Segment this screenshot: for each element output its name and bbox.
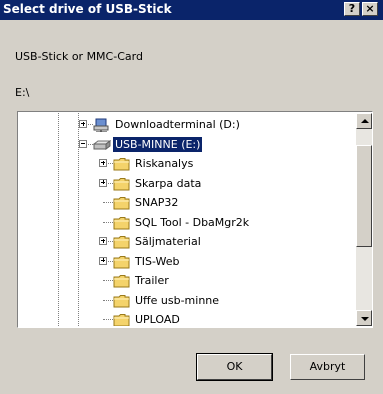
- tree-item-label: Säljmaterial: [135, 235, 201, 248]
- cancel-button[interactable]: Avbryt: [290, 354, 365, 380]
- scroll-up-icon: [361, 119, 369, 123]
- path-label: E:\: [15, 86, 30, 99]
- vertical-scrollbar[interactable]: [356, 113, 372, 326]
- tree-item-label: Riskanalys: [135, 157, 194, 170]
- prompt-label: USB-Stick or MMC-Card: [15, 50, 143, 63]
- ok-button[interactable]: OK: [196, 353, 273, 381]
- folder-icon: [113, 275, 130, 288]
- network-drive-icon: [93, 118, 109, 132]
- title-bar[interactable]: Select drive of USB-Stick ? ×: [0, 0, 383, 20]
- tree-folder-item[interactable]: Säljmaterial: [19, 232, 355, 251]
- scroll-down-button[interactable]: [356, 310, 372, 326]
- tree-item-label: Uffe usb-minne: [135, 293, 220, 307]
- tree-drive-item[interactable]: Downloadterminal (D:): [19, 115, 355, 134]
- window-title: Select drive of USB-Stick: [3, 2, 172, 16]
- scroll-up-button[interactable]: [356, 113, 372, 129]
- expand-icon[interactable]: [99, 256, 107, 265]
- expand-icon[interactable]: [99, 237, 107, 245]
- scroll-thumb[interactable]: [356, 145, 372, 247]
- scroll-down-icon: [361, 317, 369, 321]
- tree-folder-item[interactable]: SNAP32: [19, 193, 355, 212]
- tree-item-label: Trailer: [135, 274, 169, 287]
- tree-folder-item[interactable]: UPLOAD: [19, 310, 355, 326]
- folder-tree[interactable]: Downloadterminal (D:) USB-MINNE (E:) Riska…: [17, 111, 373, 328]
- tree-folder-item[interactable]: Uffe usb-minne: [19, 291, 355, 310]
- tree-folder-item[interactable]: Trailer: [19, 271, 355, 290]
- tree-connector-line: [103, 280, 113, 281]
- folder-icon: [113, 314, 130, 326]
- tree-item-label: UPLOAD: [135, 313, 180, 326]
- folder-icon: [113, 177, 130, 190]
- tree-item-label: TIS-Web: [135, 254, 180, 268]
- removable-drive-icon: [93, 139, 111, 150]
- tree-folder-item[interactable]: TIS-Web: [19, 252, 355, 271]
- folder-icon: [113, 294, 130, 307]
- tree-item-label: Downloadterminal (D:): [115, 118, 240, 131]
- tree-view[interactable]: Downloadterminal (D:) USB-MINNE (E:) Riska…: [19, 113, 355, 326]
- folder-icon: [113, 255, 130, 268]
- close-button[interactable]: ×: [362, 2, 378, 16]
- folder-icon: [113, 216, 130, 229]
- tree-item-label: Skarpa data: [135, 176, 202, 190]
- expand-icon[interactable]: [99, 178, 107, 187]
- collapse-icon[interactable]: [79, 139, 87, 148]
- tree-item-label: USB-MINNE (E:): [113, 136, 203, 152]
- tree-folder-item[interactable]: SQL Tool - DbaMgr2k: [19, 213, 355, 232]
- help-button[interactable]: ?: [344, 2, 360, 16]
- tree-item-label: SQL Tool - DbaMgr2k: [135, 215, 250, 229]
- tree-folder-item[interactable]: Skarpa data: [19, 174, 355, 193]
- tree-connector-line: [103, 319, 113, 320]
- tree-connector-line: [103, 221, 113, 223]
- tree-drive-item[interactable]: USB-MINNE (E:): [19, 135, 355, 154]
- folder-icon: [113, 236, 130, 249]
- expand-icon[interactable]: [99, 159, 107, 167]
- tree-connector-line: [103, 299, 113, 301]
- dialog: Select drive of USB-Stick ? × USB-Stick …: [0, 0, 383, 394]
- tree-connector-line: [103, 202, 113, 203]
- tree-item-label: SNAP32: [135, 196, 179, 209]
- folder-icon: [113, 197, 130, 210]
- expand-icon[interactable]: [79, 120, 87, 128]
- tree-folder-item[interactable]: Riskanalys: [19, 154, 355, 173]
- folder-icon: [113, 158, 130, 171]
